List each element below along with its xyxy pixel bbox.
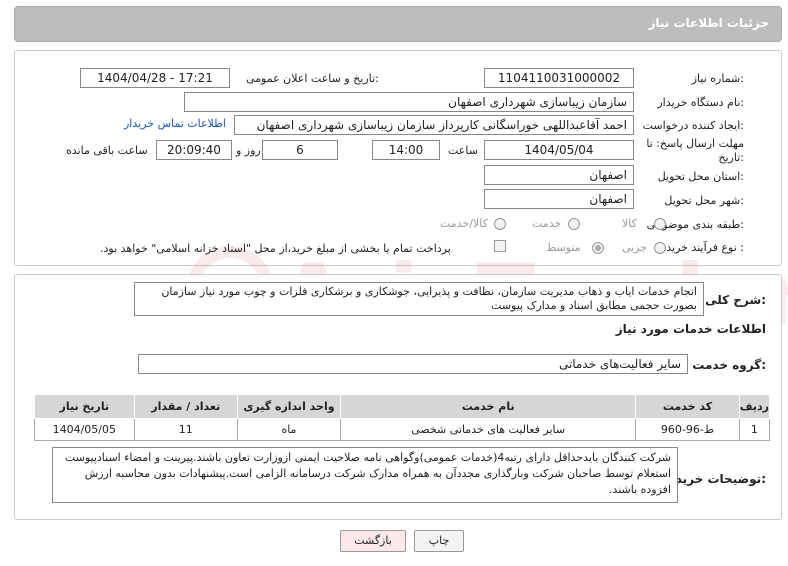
process-radio-minor[interactable] — [654, 242, 666, 254]
province-label: استان محل تحویل: — [657, 170, 744, 183]
process-label: نوع فرآیند خرید : — [666, 241, 744, 254]
creator-label: ایجاد کننده درخواست: — [642, 119, 744, 132]
city-field: اصفهان — [484, 189, 634, 209]
cell-quantity: 11 — [133, 418, 238, 441]
cell-row-number: 1 — [738, 418, 771, 441]
announce-label: تاریخ و ساعت اعلان عمومی: — [246, 72, 379, 85]
need-number-label: شماره نیاز: — [691, 72, 744, 85]
process-option-minor: جزیی — [622, 241, 648, 254]
buyer-label: نام دستگاه خریدار: — [657, 96, 744, 109]
days-field: 6 — [262, 140, 338, 160]
buyer-field: سازمان زیباسازی شهرداری اصفهان — [184, 92, 634, 112]
category-option-service: خدمت — [532, 217, 562, 230]
category-option-goods-service: کالا/خدمت — [440, 217, 488, 230]
cell-service-name: سایر فعالیت های خدماتی شخصی — [340, 418, 637, 441]
announce-field: 1404/04/28 - 17:21 — [80, 68, 230, 88]
category-radio-goods-service[interactable] — [494, 218, 506, 230]
header-unit: واحد اندازه گیری — [236, 394, 342, 419]
cell-unit: ماه — [236, 418, 342, 441]
deadline-time-label: ساعت — [448, 144, 478, 157]
buyer-notes-textarea: شرکت کنندگان بایدحداقل دارای رتبه4(خدمات… — [52, 447, 678, 503]
buyer-contact-link[interactable]: اطلاعات تماس خریدار — [124, 117, 226, 130]
creator-field: احمد آقاعبداللهی خوراسگانی کارپرداز سازم… — [234, 115, 634, 135]
payment-checkbox[interactable] — [494, 240, 506, 252]
page-title: جزئیات اطلاعات نیاز — [648, 16, 769, 30]
remaining-label: ساعت باقی مانده — [66, 144, 148, 157]
payment-note: پرداخت تمام یا بخشی از مبلغ خرید،از محل … — [100, 242, 451, 255]
remaining-time-field: 20:09:40 — [156, 140, 232, 160]
back-button[interactable]: بازگشت — [340, 530, 406, 552]
header-row-number: ردیف — [738, 394, 771, 419]
service-group-field: سایر فعالیت‌های خدماتی — [138, 354, 688, 374]
category-radio-service[interactable] — [568, 218, 580, 230]
header-service-name: نام خدمت — [340, 394, 637, 419]
province-field: اصفهان — [484, 165, 634, 185]
process-radio-medium[interactable] — [592, 242, 604, 254]
days-label: روز و — [236, 144, 261, 157]
category-radio-goods[interactable] — [654, 218, 666, 230]
cell-need-date: 1404/05/05 — [34, 418, 135, 441]
buyer-notes-label: توضیحات خریدار: — [664, 472, 766, 486]
summary-textarea: انجام خدمات ایاب و ذهاب مدیریت سازمان، ن… — [134, 282, 704, 316]
service-group-label: گروه خدمت: — [692, 358, 766, 372]
page-header: جزئیات اطلاعات نیاز — [14, 6, 782, 42]
deadline-label: مهلت ارسال پاسخ: تا تاریخ: — [646, 137, 744, 164]
services-title: اطلاعات خدمات مورد نیاز — [615, 322, 766, 336]
deadline-time-field: 14:00 — [372, 140, 440, 160]
city-label: شهر محل تحویل: — [664, 194, 744, 207]
header-service-code: کد خدمت — [635, 394, 740, 419]
deadline-date-field: 1404/05/04 — [484, 140, 634, 160]
category-option-goods: کالا — [622, 217, 637, 230]
header-need-date: تاریخ نیاز — [34, 394, 135, 419]
table-row: 1404/05/05 11 ماه سایر فعالیت های خدماتی… — [34, 418, 771, 441]
process-option-medium: متوسط — [546, 241, 581, 254]
services-table: تاریخ نیاز تعداد / مقدار واحد اندازه گیر… — [34, 394, 771, 441]
services-table-header: تاریخ نیاز تعداد / مقدار واحد اندازه گیر… — [34, 394, 771, 419]
print-button[interactable]: چاپ — [414, 530, 464, 552]
header-quantity: تعداد / مقدار — [133, 394, 238, 419]
cell-service-code: ط-96-960 — [635, 418, 740, 441]
need-number-field: 1104110031000002 — [484, 68, 634, 88]
